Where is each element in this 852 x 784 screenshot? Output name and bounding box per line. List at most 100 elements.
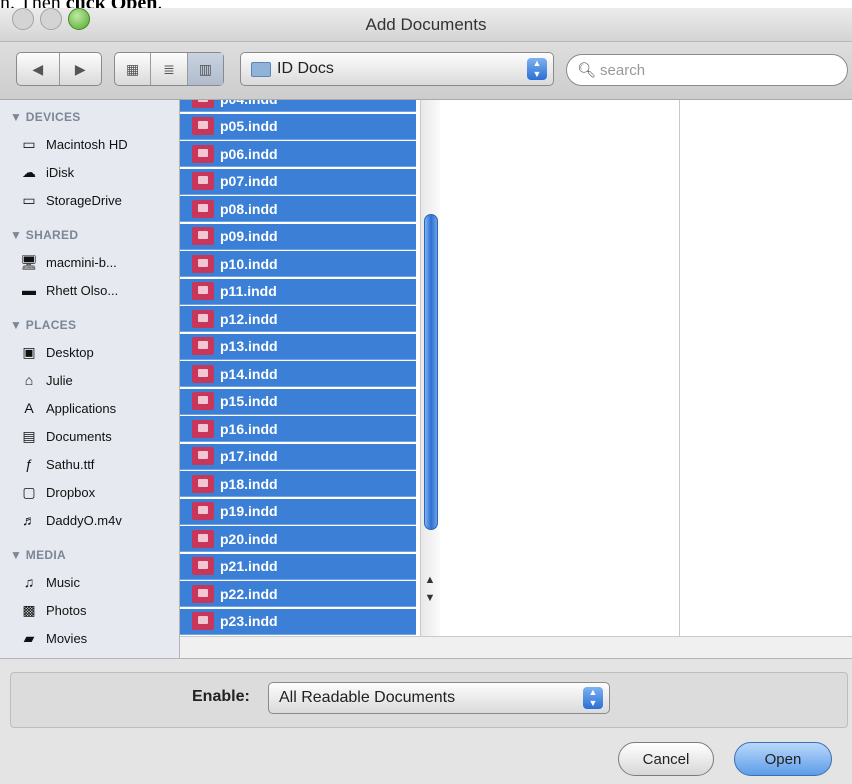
scroll-up-arrow-icon[interactable]: ▲ [421, 574, 439, 586]
file-name: p13.indd [220, 338, 278, 354]
file-row[interactable]: p20.indd [180, 526, 416, 552]
file-row[interactable]: p19.indd [180, 498, 416, 525]
location-popup[interactable]: ID Docs ▲ ▼ [240, 52, 554, 86]
file-name: p11.indd [220, 283, 277, 299]
indesign-file-icon [192, 447, 214, 465]
sidebar-item[interactable]: ▢ Dropbox [18, 480, 95, 504]
cancel-button[interactable]: Cancel [618, 742, 714, 776]
movies-icon: ▰ [23, 629, 35, 646]
file-row[interactable]: p15.indd [180, 388, 416, 415]
sidebar-item[interactable]: ▰ Movies [18, 626, 88, 650]
file-row[interactable]: p05.indd [180, 113, 416, 140]
indesign-file-icon [192, 337, 214, 355]
sidebar-item[interactable]: ƒ Sathu.ttf [18, 452, 94, 476]
sidebar-item[interactable]: 🖥︎ macmini-b... [18, 250, 117, 274]
indesign-file-icon [192, 199, 214, 218]
file-name: p07.indd [220, 173, 278, 189]
file-row[interactable]: p21.indd [180, 553, 416, 580]
file-row[interactable]: p10.indd [180, 251, 416, 277]
sidebar-item[interactable]: ▭ Macintosh HD [18, 132, 128, 156]
sidebar-item-label: Movies [46, 630, 88, 646]
file-name: p17.indd [220, 448, 278, 464]
file-row[interactable]: p23.indd [180, 608, 416, 635]
file-row[interactable]: p13.indd [180, 333, 416, 360]
sidebar-item[interactable]: ▤ Documents [18, 424, 111, 448]
sidebar-item[interactable]: ⌂ Julie [18, 368, 73, 392]
file-name: p09.indd [220, 228, 278, 244]
network-server-icon: ▬ [22, 282, 36, 298]
sidebar-section-header[interactable]: ▼ DEVICES [10, 110, 81, 124]
video-file-icon: ♬ [22, 512, 36, 528]
enable-popup[interactable]: All Readable Documents ▲ ▼ [268, 682, 610, 714]
file-name: p21.indd [220, 558, 278, 574]
sidebar-item-label: Photos [46, 602, 87, 618]
back-forward-control: ◀ ▶ [16, 52, 102, 86]
file-row[interactable]: p11.indd [180, 278, 416, 305]
back-arrow-icon[interactable]: ◀ [17, 53, 59, 85]
sidebar-item[interactable]: ▩ Photos [18, 598, 86, 622]
indesign-file-icon [192, 144, 214, 163]
file-name: p23.indd [220, 613, 278, 629]
scrollbar-thumb[interactable] [424, 214, 438, 530]
sidebar-item[interactable]: ☁ iDisk [18, 160, 74, 184]
sidebar-item-label: Applications [46, 400, 117, 416]
folder-icon [251, 61, 271, 77]
indesign-file-icon [192, 502, 214, 520]
sidebar-item[interactable]: ♬ DaddyO.m4v [18, 508, 122, 532]
window-title: Add Documents [365, 15, 487, 34]
file-row[interactable]: p04.indd [180, 100, 416, 112]
file-name: p08.indd [220, 200, 278, 217]
sidebar-item[interactable]: A Applications [18, 396, 116, 420]
list-view-icon[interactable]: ≣ [150, 53, 186, 85]
font-file-icon: ƒ [25, 456, 33, 472]
sidebar-section-header[interactable]: ▼ MEDIA [10, 548, 66, 562]
sidebar-item[interactable]: ♫ Music [18, 570, 80, 594]
indesign-file-icon [192, 612, 214, 630]
indesign-file-icon [192, 282, 214, 300]
location-label: ID Docs [277, 60, 334, 77]
sidebar-item-label: Sathu.ttf [46, 456, 95, 472]
sidebar-item[interactable]: ▭ StorageDrive [18, 188, 122, 212]
view-mode-control: ▦ ≣ ▥ [114, 52, 224, 86]
file-row[interactable]: p07.indd [180, 168, 416, 195]
file-row[interactable]: p06.indd [180, 141, 416, 167]
sidebar-section-header[interactable]: ▼ SHARED [10, 228, 78, 242]
open-button[interactable]: Open [734, 742, 832, 776]
sidebar-item-label: Desktop [46, 344, 94, 360]
sidebar-item[interactable]: ▣ Desktop [18, 340, 94, 364]
hard-drive-icon: ▭ [22, 191, 36, 208]
horizontal-scrollbar[interactable] [180, 636, 852, 658]
file-row[interactable]: p08.indd [180, 196, 416, 222]
file-row[interactable]: p22.indd [180, 581, 416, 607]
file-row[interactable]: p09.indd [180, 223, 416, 250]
file-row[interactable]: p17.indd [180, 443, 416, 470]
file-row[interactable]: p16.indd [180, 416, 416, 442]
icon-view-icon[interactable]: ▦ [115, 53, 150, 85]
search-field[interactable]: 🔍︎ search [566, 54, 848, 86]
forward-arrow-icon[interactable]: ▶ [58, 53, 102, 85]
file-row[interactable]: p14.indd [180, 361, 416, 387]
documents-folder-icon: ▤ [22, 427, 36, 444]
file-name: p22.indd [220, 585, 278, 602]
sidebar-item-label: Dropbox [46, 484, 96, 500]
sidebar-section-header[interactable]: ▼ PLACES [10, 318, 76, 332]
file-name: p15.indd [220, 393, 278, 409]
popup-stepper-icon: ▲ ▼ [527, 58, 547, 80]
indesign-file-icon [192, 227, 214, 245]
file-row[interactable]: p12.indd [180, 306, 416, 332]
column-view-icon[interactable]: ▥ [186, 53, 223, 85]
file-name: p10.indd [220, 255, 278, 272]
file-row[interactable]: p18.indd [180, 471, 416, 497]
file-name: p06.indd [220, 145, 278, 162]
empty-column [680, 100, 852, 636]
sidebar-item-label: Macintosh HD [46, 136, 128, 152]
music-icon: ♫ [23, 574, 35, 590]
file-name: p14.indd [220, 365, 278, 382]
enable-label: Enable: [192, 688, 250, 705]
scroll-down-arrow-icon[interactable]: ▼ [421, 592, 439, 604]
indesign-file-icon [192, 100, 214, 108]
enable-stepper-icon: ▲ ▼ [583, 687, 603, 709]
file-name: p16.indd [220, 420, 278, 437]
indesign-file-icon [192, 557, 214, 575]
sidebar-item[interactable]: ▬ Rhett Olso... [18, 278, 118, 302]
